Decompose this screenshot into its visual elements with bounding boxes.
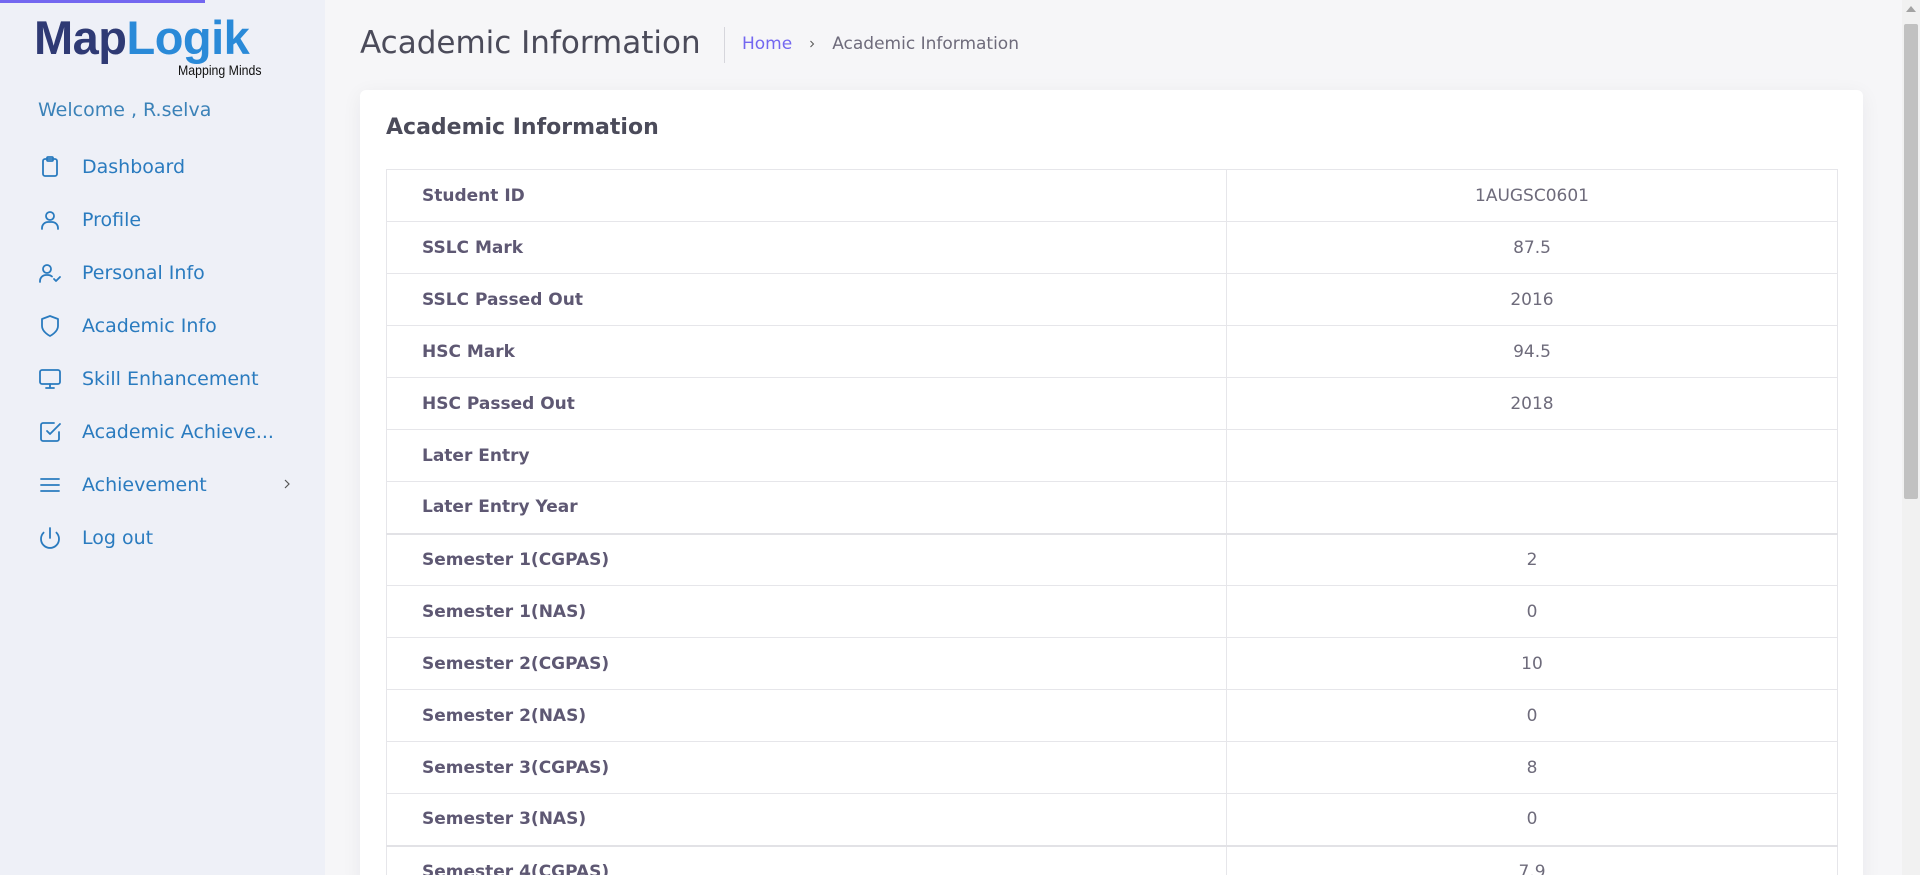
sidebar-item-academic-achievement[interactable]: Academic Achieve... — [0, 405, 325, 458]
scroll-up-arrow-icon[interactable] — [1906, 6, 1916, 12]
table-row: Semester 4(CGPAS) 7.9 — [386, 844, 1838, 875]
loading-progress-bar — [0, 0, 205, 3]
row-value: 0 — [1226, 585, 1838, 638]
row-value: 2018 — [1226, 377, 1838, 430]
row-value: 8 — [1226, 741, 1838, 794]
row-label: Student ID — [386, 169, 1227, 222]
row-label: Semester 3(NAS) — [386, 793, 1227, 846]
logo-part-logik: Logik — [126, 11, 250, 64]
row-label: SSLC Mark — [386, 221, 1227, 274]
table-row: Semester 1(CGPAS) 2 — [386, 532, 1838, 586]
row-value: 1AUGSC0601 — [1226, 169, 1838, 222]
app-root: MapLogik Mapping Minds Welcome , R.selva… — [0, 0, 1920, 875]
table-row: Semester 3(NAS) 0 — [386, 793, 1838, 846]
sidebar: MapLogik Mapping Minds Welcome , R.selva… — [0, 0, 325, 875]
sidebar-item-skill-enhancement[interactable]: Skill Enhancement — [0, 352, 325, 405]
table-row: Later Entry Year — [386, 481, 1838, 534]
row-label: Semester 4(CGPAS) — [386, 844, 1227, 875]
shield-icon — [37, 313, 63, 339]
table-row: SSLC Mark 87.5 — [386, 221, 1838, 274]
row-label: Semester 2(NAS) — [386, 689, 1227, 742]
logo-part-map: Map — [34, 11, 127, 64]
sidebar-item-label: Dashboard — [82, 155, 186, 178]
table-row: HSC Mark 94.5 — [386, 325, 1838, 378]
chevron-right-icon[interactable] — [279, 476, 295, 492]
row-label: SSLC Passed Out — [386, 273, 1227, 326]
sidebar-item-academic-info[interactable]: Academic Info — [0, 299, 325, 352]
table-row: Later Entry — [386, 429, 1838, 482]
menu-icon — [37, 472, 63, 498]
academic-info-table: Student ID 1AUGSC0601 SSLC Mark 87.5 SSLC … — [386, 169, 1838, 875]
row-value: 2 — [1226, 532, 1838, 586]
sidebar-item-label: Profile — [82, 208, 142, 231]
table-row: Semester 2(NAS) 0 — [386, 689, 1838, 742]
row-value — [1226, 429, 1838, 482]
table-row: HSC Passed Out 2018 — [386, 377, 1838, 430]
logo-wordmark: MapLogik — [34, 14, 274, 62]
table-row: Semester 1(NAS) 0 — [386, 585, 1838, 638]
breadcrumb-home-link[interactable]: Home — [742, 34, 792, 54]
row-value: 2016 — [1226, 273, 1838, 326]
row-value: 0 — [1226, 689, 1838, 742]
row-label: Later Entry Year — [386, 481, 1227, 534]
sidebar-item-label: Academic Info — [82, 314, 217, 337]
sidebar-item-personal-info[interactable]: Personal Info — [0, 246, 325, 299]
welcome-text: Welcome , R.selva — [38, 99, 212, 121]
table-row: Semester 2(CGPAS) 10 — [386, 637, 1838, 690]
monitor-icon — [37, 366, 63, 392]
power-icon — [37, 525, 63, 551]
sidebar-item-dashboard[interactable]: Dashboard — [0, 140, 325, 193]
row-value: 94.5 — [1226, 325, 1838, 378]
row-label: Semester 1(CGPAS) — [386, 532, 1227, 586]
sidebar-item-label: Academic Achieve... — [82, 420, 274, 443]
sidebar-item-logout[interactable]: Log out — [0, 511, 325, 564]
row-value — [1226, 481, 1838, 534]
sidebar-item-label: Skill Enhancement — [82, 367, 259, 390]
row-label: Later Entry — [386, 429, 1227, 482]
sidebar-item-profile[interactable]: Profile — [0, 193, 325, 246]
sidebar-nav: Dashboard Profile Personal Info Academic… — [0, 140, 325, 564]
clipboard-icon — [37, 154, 63, 180]
maplogik-logo[interactable]: MapLogik Mapping Minds — [34, 14, 274, 80]
breadcrumb-current: Academic Information — [832, 34, 1019, 54]
card-title: Academic Information — [386, 115, 659, 140]
table-row: SSLC Passed Out 2016 — [386, 273, 1838, 326]
row-label: Semester 3(CGPAS) — [386, 741, 1227, 794]
row-label: HSC Passed Out — [386, 377, 1227, 430]
user-icon — [37, 207, 63, 233]
page-title: Academic Information — [360, 25, 701, 61]
user-check-icon — [37, 260, 63, 286]
academic-info-card: Academic Information Student ID 1AUGSC060… — [360, 90, 1863, 875]
sidebar-item-achievement[interactable]: Achievement — [0, 458, 325, 511]
page-scrollbar[interactable] — [1902, 0, 1920, 875]
row-value: 10 — [1226, 637, 1838, 690]
title-divider — [724, 27, 725, 63]
logo-tagline: Mapping Minds — [178, 62, 262, 78]
row-value: 7.9 — [1226, 844, 1838, 875]
row-value: 0 — [1226, 793, 1838, 846]
sidebar-item-label: Achievement — [82, 473, 207, 496]
row-label: HSC Mark — [386, 325, 1227, 378]
table-row: Semester 3(CGPAS) 8 — [386, 741, 1838, 794]
row-value: 87.5 — [1226, 221, 1838, 274]
row-label: Semester 2(CGPAS) — [386, 637, 1227, 690]
sidebar-item-label: Log out — [82, 526, 154, 549]
scroll-thumb[interactable] — [1904, 24, 1918, 499]
breadcrumb: Home Academic Information — [742, 34, 1019, 54]
chevron-right-icon — [806, 38, 818, 50]
sidebar-item-label: Personal Info — [82, 261, 205, 284]
row-label: Semester 1(NAS) — [386, 585, 1227, 638]
check-square-icon — [37, 419, 63, 445]
table-row: Student ID 1AUGSC0601 — [386, 169, 1838, 222]
